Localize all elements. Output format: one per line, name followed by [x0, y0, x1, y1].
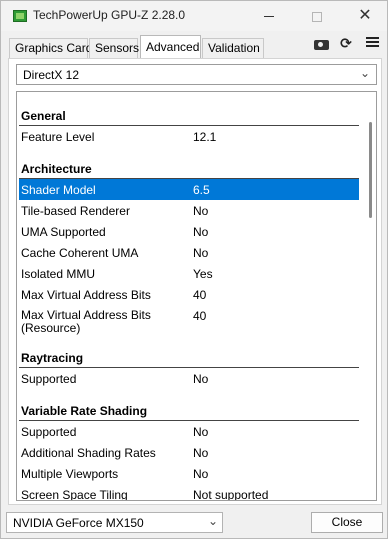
property-label: Supported — [21, 425, 77, 439]
camera-icon[interactable] — [312, 35, 330, 51]
tab-graphics-card[interactable]: Graphics Card — [9, 38, 92, 58]
property-row[interactable]: Tile-based Renderer No — [19, 200, 359, 221]
chevron-down-icon: ⌄ — [359, 66, 370, 80]
property-label: Max Virtual Address Bits — [21, 288, 151, 302]
properties-list[interactable]: General Feature Level 12.1 Architecture Shad… — [16, 91, 377, 501]
property-row[interactable]: Max Virtual Address Bits 40 — [19, 284, 359, 305]
maximize-icon — [312, 11, 322, 22]
property-value: 6.5 — [193, 183, 210, 197]
window-title: TechPowerUp GPU-Z 2.28.0 — [33, 8, 186, 22]
tab-validation[interactable]: Validation — [202, 38, 264, 58]
minimize-icon — [264, 16, 274, 18]
property-row[interactable]: Max Virtual Address Bits (Resource) 40 — [19, 305, 359, 336]
gpuz-window: TechPowerUp GPU-Z 2.28.0 ✕ Graphics Card… — [0, 0, 388, 539]
property-row[interactable]: Screen Space Tiling Not supported — [19, 484, 359, 501]
property-value: Not supported — [193, 488, 269, 501]
property-label: Additional Shading Rates — [21, 446, 156, 460]
property-row[interactable]: Shader Model 6.5 — [19, 179, 359, 200]
section-header: Raytracing — [19, 336, 359, 368]
property-label: Multiple Viewports — [21, 467, 119, 481]
property-row[interactable]: Supported No — [19, 368, 359, 389]
property-label: UMA Supported — [21, 225, 106, 239]
property-value: No — [193, 446, 209, 460]
refresh-icon[interactable]: ⟳ — [337, 35, 355, 51]
maximize-button[interactable] — [293, 1, 341, 31]
api-select[interactable]: DirectX 12 ⌄ — [16, 64, 377, 85]
property-value: No — [193, 467, 209, 481]
section-header: Architecture — [19, 147, 359, 179]
section-label: General — [21, 109, 66, 123]
properties-rows: General Feature Level 12.1 Architecture Shad… — [19, 94, 359, 501]
property-value: No — [193, 246, 209, 260]
minimize-button[interactable] — [245, 1, 293, 31]
property-label: Isolated MMU — [21, 267, 96, 281]
gpu-select-value: NVIDIA GeForce MX150 — [13, 516, 144, 530]
property-label: Cache Coherent UMA — [21, 246, 139, 260]
property-label: Feature Level — [21, 130, 95, 144]
chevron-down-icon: ⌄ — [207, 514, 218, 528]
section-header: Variable Rate Shading — [19, 389, 359, 421]
property-label: Max Virtual Address Bits (Resource) — [21, 308, 151, 335]
menu-icon[interactable] — [363, 35, 381, 51]
gpu-select[interactable]: NVIDIA GeForce MX150 ⌄ — [6, 512, 223, 533]
property-row[interactable]: Supported No — [19, 421, 359, 442]
property-row[interactable]: UMA Supported No — [19, 221, 359, 242]
property-label: Screen Space Tiling — [21, 488, 128, 501]
property-value: No — [193, 225, 209, 239]
property-value: No — [193, 372, 209, 386]
close-button[interactable]: Close — [311, 512, 383, 533]
property-value: 12.1 — [193, 130, 217, 144]
section-label: Architecture — [21, 162, 92, 176]
property-label: Shader Model — [21, 183, 96, 197]
property-row[interactable]: Feature Level 12.1 — [19, 126, 359, 147]
tab-advanced[interactable]: Advanced — [140, 35, 201, 58]
close-window-button[interactable]: ✕ — [341, 1, 388, 31]
property-value: No — [193, 425, 209, 439]
section-label: Variable Rate Shading — [21, 404, 148, 418]
tab-sensors[interactable]: Sensors — [89, 38, 139, 58]
scrollbar[interactable] — [362, 92, 376, 500]
property-row[interactable]: Additional Shading Rates No — [19, 442, 359, 463]
property-row[interactable]: Cache Coherent UMA No — [19, 242, 359, 263]
gpuz-app-icon — [13, 10, 27, 22]
section-label: Raytracing — [21, 351, 84, 365]
property-label: Supported — [21, 372, 77, 386]
property-row[interactable]: Isolated MMU Yes — [19, 263, 359, 284]
property-value: Yes — [193, 267, 213, 281]
scrollbar-thumb[interactable] — [369, 122, 372, 218]
property-value: No — [193, 204, 209, 218]
property-label: Tile-based Renderer — [21, 204, 130, 218]
title-bar: TechPowerUp GPU-Z 2.28.0 ✕ — [1, 1, 387, 31]
property-row[interactable]: Multiple Viewports No — [19, 463, 359, 484]
api-select-value: DirectX 12 — [23, 68, 80, 82]
property-value: 40 — [193, 288, 207, 302]
section-header: General — [19, 94, 359, 126]
advanced-panel: DirectX 12 ⌄ General Feature Level 12.1 Arc… — [8, 58, 382, 505]
property-value: 40 — [193, 309, 207, 323]
